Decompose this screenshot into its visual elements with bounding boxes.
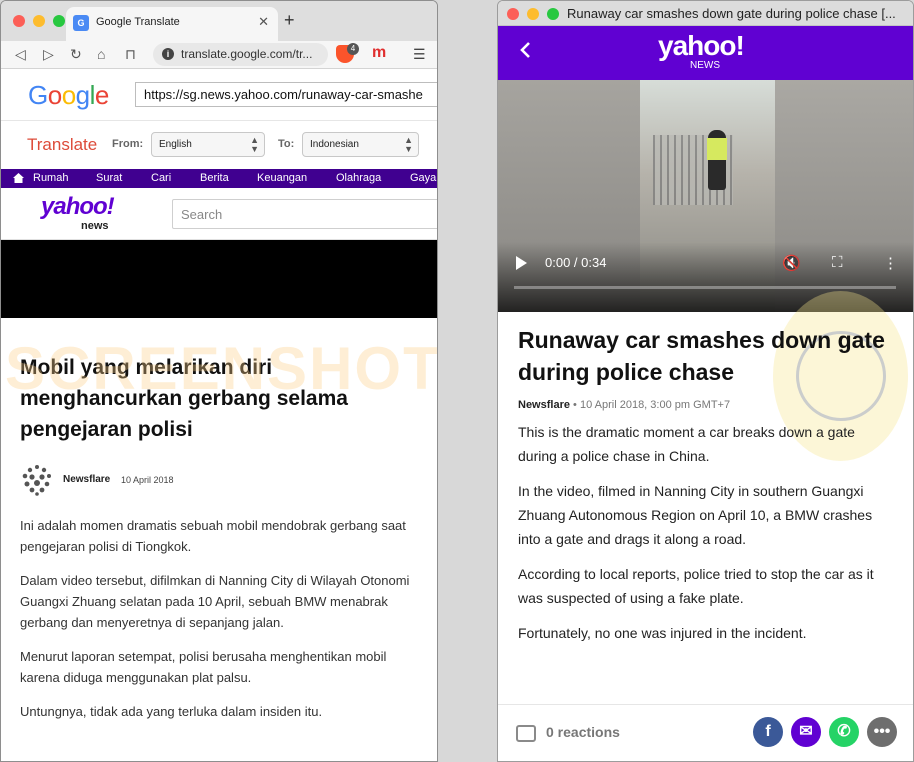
to-label: To: (278, 138, 295, 150)
video-time: 0:00 / 0:34 (545, 255, 607, 270)
fullscreen-icon[interactable]: ⛶ (832, 254, 843, 271)
window-titlebar: Runaway car smashes down gate during pol… (498, 1, 913, 26)
article-title: Mobil yang melarikan diri menghancurkan … (20, 356, 348, 441)
minimize-window-button[interactable] (527, 8, 539, 20)
nav-item-berita[interactable]: Berita (200, 172, 229, 184)
yahoo-news-header: yahoo! news Search (1, 188, 437, 240)
mute-icon[interactable]: 🔇 (782, 254, 801, 272)
translate-label: Translate (27, 135, 98, 154)
google-translate-favicon-icon: G (73, 15, 89, 31)
article-footer-bar: 0 reactions f ✉ ✆ ••• (498, 704, 913, 761)
yahoo-nav-bar: Rumah Surat Cari Berita Keuangan Olahrag… (1, 169, 437, 188)
mail-share-icon[interactable]: ✉ (791, 717, 821, 747)
yahoo-logo[interactable]: yahoo! (658, 30, 745, 62)
ad-banner (1, 240, 437, 318)
from-language-select[interactable]: English ▲ ▼ (151, 132, 265, 157)
video-progress-bar[interactable] (514, 286, 896, 289)
video-police-vest (707, 138, 727, 160)
extension-m-icon[interactable]: m (372, 44, 386, 62)
window-title: Runaway car smashes down gate during pol… (567, 6, 896, 21)
back-icon[interactable]: ◁ (15, 46, 26, 62)
byline-separator: • (573, 399, 577, 411)
video-player[interactable]: 0:00 / 0:34 🔇 ⛶ ⋮ (498, 80, 913, 312)
search-input[interactable]: Search (172, 199, 437, 229)
zoom-window-button[interactable] (547, 8, 559, 20)
nav-item-keuangan[interactable]: Keuangan (257, 172, 307, 184)
site-info-icon[interactable]: i (162, 48, 174, 60)
newsflare-avatar (22, 465, 51, 496)
article-paragraph: Dalam video tersebut, difilmkan di Nanni… (20, 573, 410, 630)
yahoo-logo[interactable]: yahoo! (41, 193, 115, 221)
tab-close-icon[interactable]: ✕ (258, 14, 269, 30)
reload-icon[interactable]: ↻ (70, 46, 82, 62)
article-date: 10 April 2018 (121, 475, 174, 485)
article-paragraph: Untungnya, tidak ada yang terluka dalam … (20, 704, 323, 719)
translated-article: Mobil yang melarikan diri menghancurkan … (1, 318, 437, 722)
minimize-window-button[interactable] (33, 15, 45, 27)
more-share-icon[interactable]: ••• (867, 717, 897, 747)
home-icon (13, 173, 24, 183)
nav-item-surat[interactable]: Surat (96, 172, 122, 184)
right-app-window: Runaway car smashes down gate during pol… (497, 0, 914, 762)
yahoo-news-sublabel: news (81, 220, 109, 232)
nav-item-gaya[interactable]: Gaya (410, 172, 436, 184)
article-paragraph: Fortunately, no one was injured in the i… (518, 625, 807, 641)
close-window-button[interactable] (13, 15, 25, 27)
tab-strip: G Google Translate ✕ + (1, 1, 437, 41)
nav-item-rumah[interactable]: Rumah (33, 172, 68, 184)
article-date: 10 April 2018, 3:00 pm GMT+7 (579, 399, 731, 411)
back-arrow-icon[interactable] (516, 40, 536, 60)
article-paragraph: Ini adalah momen dramatis sebuah mobil m… (20, 518, 406, 554)
to-language-select[interactable]: Indonesian ▲ ▼ (302, 132, 419, 157)
play-icon[interactable] (516, 256, 527, 270)
article-source[interactable]: Newsflare (518, 399, 570, 411)
article-paragraph: According to local reports, police tried… (518, 566, 874, 606)
address-bar[interactable]: i translate.google.com/tr... (153, 43, 328, 66)
google-translate-header: Google https://sg.news.yahoo.com/runaway… (1, 69, 437, 121)
close-window-button[interactable] (507, 8, 519, 20)
window-controls (507, 8, 559, 20)
translate-toolbar: Translate From: English ▲ ▼ To: Indonesia… (1, 121, 437, 169)
article-headline: Runaway car smashes down gate during pol… (518, 327, 885, 385)
select-arrows-icon: ▲ ▼ (404, 135, 413, 154)
browser-toolbar: ◁ ▷ ↻ ⌂ ⊓ i translate.google.com/tr... 4… (1, 41, 437, 69)
bookmark-icon[interactable]: ⊓ (125, 46, 136, 62)
more-options-icon[interactable]: ⋮ (883, 254, 898, 272)
tab-google-translate[interactable]: G Google Translate ✕ (66, 7, 278, 41)
article-paragraph: Menurut laporan setempat, polisi berusah… (20, 649, 387, 685)
zoom-window-button[interactable] (53, 15, 65, 27)
yahoo-news-header: yahoo! NEWS (498, 26, 913, 80)
tab-title: Google Translate (96, 16, 180, 28)
google-logo: Google (28, 80, 109, 110)
yahoo-news-sublabel: NEWS (690, 60, 720, 71)
comment-icon[interactable] (516, 725, 536, 742)
translate-url-field[interactable]: https://sg.news.yahoo.com/runaway-car-sm… (135, 82, 437, 107)
facebook-share-icon[interactable]: f (753, 717, 783, 747)
nav-item-olahraga[interactable]: Olahraga (336, 172, 381, 184)
left-browser-window: G Google Translate ✕ + ◁ ▷ ↻ ⌂ ⊓ i trans… (0, 0, 438, 762)
hamburger-menu-icon[interactable]: ☰ (413, 46, 426, 63)
to-language-value: Indonesian (310, 139, 359, 150)
nav-item-cari[interactable]: Cari (151, 172, 171, 184)
shield-count-badge: 4 (347, 43, 359, 55)
article: Runaway car smashes down gate during pol… (498, 312, 913, 645)
forward-icon[interactable]: ▷ (43, 46, 54, 62)
from-language-value: English (159, 139, 192, 150)
article-paragraph: This is the dramatic moment a car breaks… (518, 424, 855, 464)
home-icon[interactable]: ⌂ (97, 46, 105, 62)
article-byline: Newsflare • 10 April 2018, 3:00 pm GMT+7 (518, 399, 893, 411)
whatsapp-share-icon[interactable]: ✆ (829, 717, 859, 747)
article-source[interactable]: Newsflare (63, 474, 110, 485)
article-paragraph: In the video, filmed in Nanning City in … (518, 483, 873, 547)
new-tab-icon[interactable]: + (284, 10, 295, 31)
article-byline: Newsflare 10 April 2018 (20, 463, 419, 499)
select-arrows-icon: ▲ ▼ (250, 135, 259, 154)
from-label: From: (112, 138, 144, 150)
reactions-count[interactable]: 0 reactions (546, 724, 620, 740)
address-text: translate.google.com/tr... (181, 47, 313, 61)
window-controls (13, 15, 65, 27)
